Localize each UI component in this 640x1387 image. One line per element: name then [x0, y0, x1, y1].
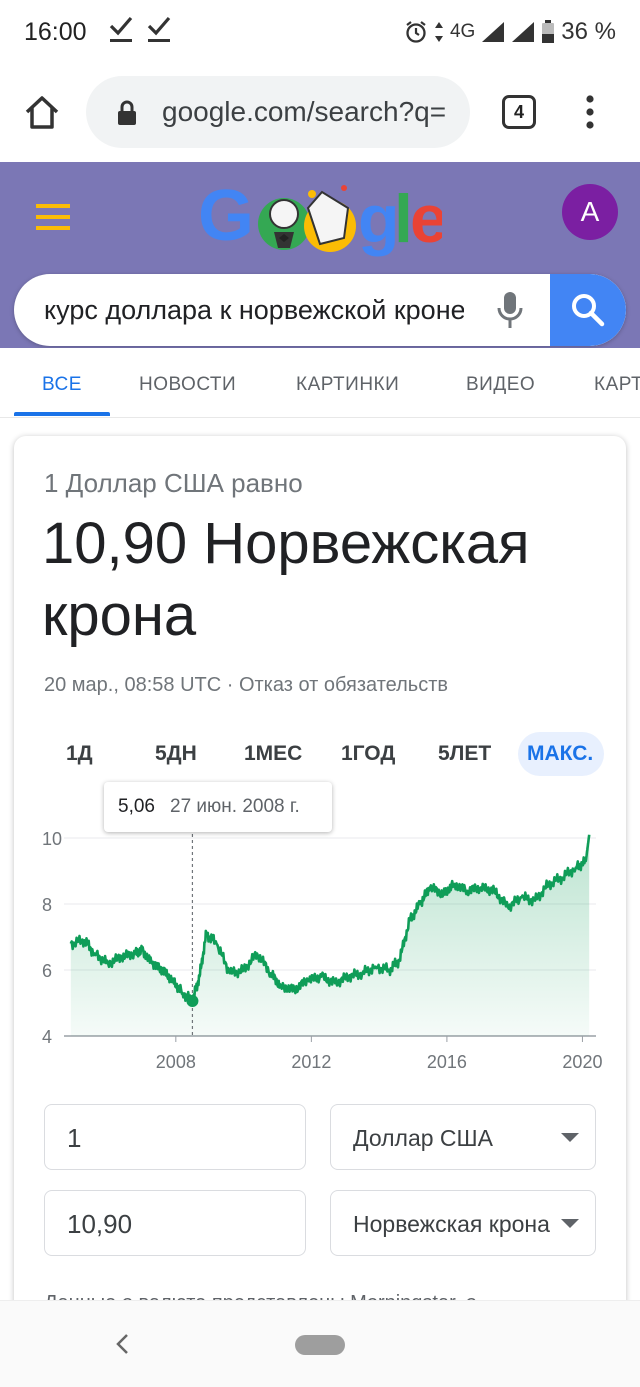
- rate-date: 20 мар., 08:58 UTC: [44, 674, 222, 696]
- tooltip-date: 27 июн. 2008 г.: [170, 796, 300, 817]
- y-tick-label: 6: [42, 961, 52, 981]
- data-arrows-icon: [434, 22, 443, 42]
- tab-all[interactable]: ВСЕ: [42, 374, 82, 396]
- browser-toolbar: google.com/search?q= 4: [0, 64, 640, 162]
- range-1d[interactable]: 1Д: [66, 742, 93, 766]
- address-bar[interactable]: google.com/search?q=: [86, 76, 470, 148]
- svg-text:e: e: [410, 181, 442, 257]
- google-doodle-logo[interactable]: G g l e: [198, 178, 442, 268]
- search-input[interactable]: курс доллара к норвежской кроне: [44, 295, 464, 326]
- signal-icon: [482, 22, 505, 42]
- home-gesture-pill[interactable]: [295, 1335, 345, 1355]
- x-tick-label: 2020: [562, 1052, 602, 1072]
- more-vert-icon[interactable]: [580, 94, 600, 130]
- battery-icon: [542, 20, 555, 43]
- amount-to-input[interactable]: 10,90: [44, 1190, 306, 1256]
- currency-to-select[interactable]: Норвежская крона: [330, 1190, 596, 1256]
- meta-separator: ·: [221, 674, 239, 696]
- chart-marker-point: [186, 995, 199, 1008]
- tab-switcher-button[interactable]: 4: [502, 95, 536, 129]
- download-done-icon: [109, 16, 133, 42]
- currency-converter-card: 1 Доллар США равно 10,90 Норвежская крон…: [14, 436, 626, 1336]
- back-icon[interactable]: [114, 1333, 130, 1355]
- y-tick-label: 4: [42, 1027, 52, 1047]
- chart-area-fill: [70, 834, 590, 1036]
- status-time: 16:00: [24, 18, 87, 46]
- system-nav-bar: [0, 1300, 640, 1387]
- dropdown-arrow-icon: [561, 1133, 579, 1142]
- signal-icon: [512, 22, 535, 42]
- range-5d[interactable]: 5ДН: [155, 742, 197, 766]
- status-bar: 16:00 4G 36 %: [0, 0, 640, 64]
- time-range-selector: 1Д 5ДН 1МЕС 1ГОД 5ЛЕТ МАКС.: [14, 732, 626, 778]
- tab-video[interactable]: ВИДЕО: [466, 374, 535, 396]
- chart-tooltip: 5,06 27 июн. 2008 г.: [104, 782, 332, 832]
- x-tick-label: 2008: [156, 1052, 196, 1072]
- range-1m[interactable]: 1МЕС: [244, 742, 302, 766]
- amount-from-input[interactable]: 1: [44, 1104, 306, 1170]
- search-button[interactable]: [550, 274, 626, 346]
- search-icon: [572, 294, 605, 327]
- range-5y[interactable]: 5ЛЕТ: [438, 742, 491, 766]
- tab-news[interactable]: НОВОСТИ: [139, 374, 236, 396]
- y-tick-label: 8: [42, 895, 52, 915]
- lock-icon: [118, 100, 136, 125]
- x-tick-label: 2016: [427, 1052, 467, 1072]
- range-1y[interactable]: 1ГОД: [341, 742, 395, 766]
- microphone-icon[interactable]: [494, 290, 526, 330]
- battery-level: 36 %: [561, 18, 616, 45]
- equals-label: 1 Доллар США равно: [44, 468, 303, 498]
- url-text: google.com/search?q=: [162, 96, 447, 127]
- search-tabs: ВСЕ НОВОСТИ КАРТИНКИ ВИДЕО КАРТЫ: [0, 348, 640, 418]
- dropdown-arrow-icon: [561, 1219, 579, 1228]
- search-box[interactable]: курс доллара к норвежской кроне: [14, 274, 626, 346]
- disclaimer-link[interactable]: Отказ от обязательств: [239, 674, 448, 696]
- menu-icon[interactable]: [36, 204, 70, 230]
- range-max[interactable]: МАКС.: [527, 742, 593, 766]
- currency-from-select[interactable]: Доллар США: [330, 1104, 596, 1170]
- svg-text:G: G: [198, 178, 254, 256]
- active-tab-indicator: [14, 412, 110, 416]
- status-icons: 4G 36 %: [404, 18, 616, 46]
- alarm-icon: [406, 21, 426, 43]
- tab-images[interactable]: КАРТИНКИ: [296, 374, 399, 396]
- x-tick-label: 2012: [291, 1052, 331, 1072]
- download-done-icon: [147, 16, 171, 42]
- y-tick-label: 10: [42, 829, 62, 849]
- tab-maps[interactable]: КАРТЫ: [594, 374, 640, 396]
- account-avatar[interactable]: A: [562, 184, 618, 240]
- tooltip-value: 5,06: [118, 796, 155, 817]
- conversion-result: 10,90 Норвежская крона: [42, 511, 530, 648]
- rate-timestamp: 20 мар., 08:58 UTC · Отказ от обязательс…: [44, 674, 448, 697]
- home-icon[interactable]: [22, 92, 62, 132]
- network-type: 4G: [449, 21, 476, 42]
